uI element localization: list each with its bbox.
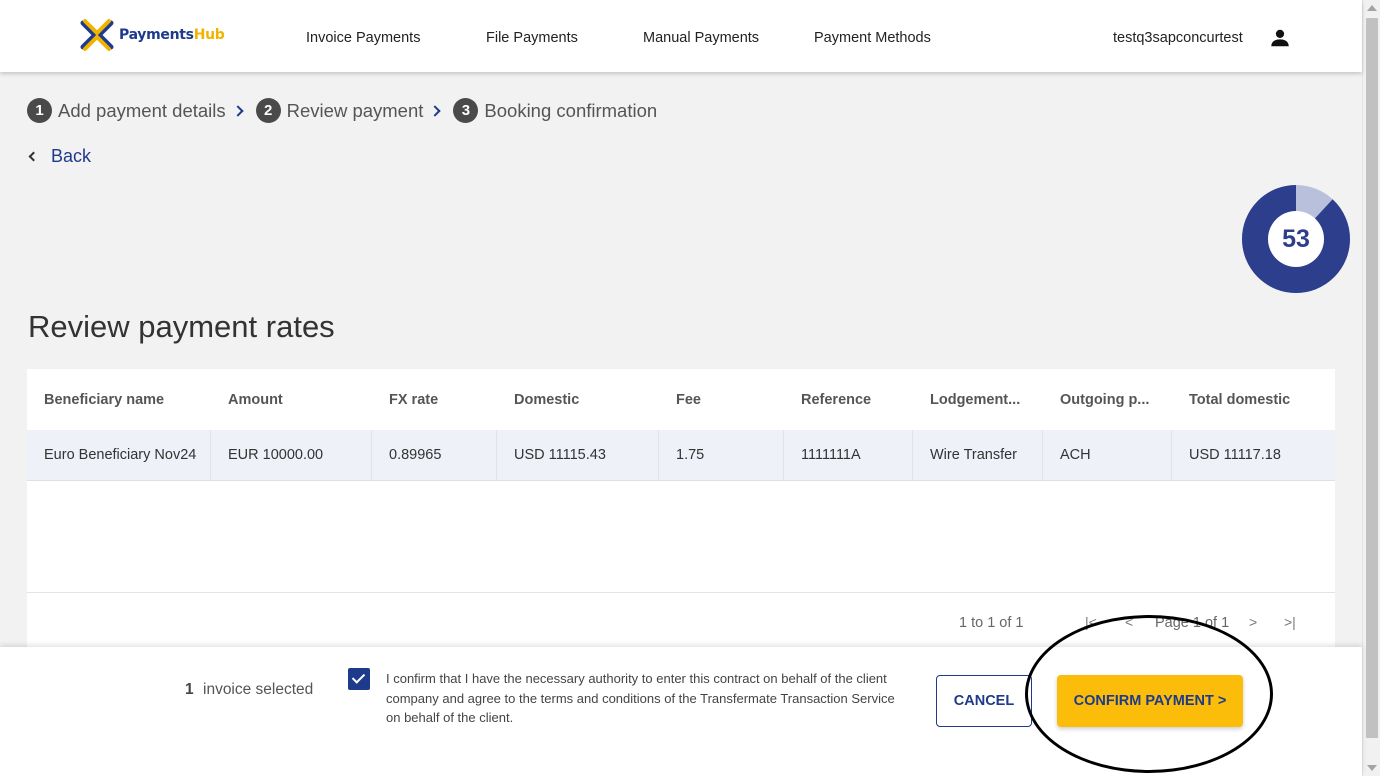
pagination-bar: 1 to 1 of 1 |< < Page 1 of 1 > >| [27,592,1335,650]
cell-amount: EUR 10000.00 [211,429,372,481]
rates-table: Beneficiary name Amount FX rate Domestic… [27,369,1335,650]
prev-page-icon[interactable]: < [1125,614,1133,630]
invoice-selected-label: invoice selected [203,681,314,698]
progress-stepper: 1 Add payment details 2 Review payment 3… [27,98,671,123]
cell-reference: 1111111A [784,429,913,481]
column-header-beneficiary-name[interactable]: Beneficiary name [27,392,211,408]
confirm-payment-button[interactable]: CONFIRM PAYMENT > [1057,675,1243,727]
logo-icon [80,19,114,51]
user-icon[interactable] [1269,27,1291,49]
column-header-fee[interactable]: Fee [659,392,784,408]
nav-payment-methods[interactable]: Payment Methods [814,30,931,46]
countdown-value: 53 [1282,224,1310,253]
next-page-icon[interactable]: > [1249,614,1257,630]
column-header-domestic[interactable]: Domestic [497,392,659,408]
username[interactable]: testq3sapconcurtest [1113,30,1243,46]
chevron-left-icon [28,151,39,162]
chevron-right-icon [429,104,442,117]
column-header-lodgement[interactable]: Lodgement... [913,392,1043,408]
step-number: 2 [255,98,281,123]
step-label: Review payment [286,99,424,121]
authority-confirm-text: I confirm that I have the necessary auth… [386,671,895,725]
chevron-right-icon [231,104,244,117]
cell-outgoing: ACH [1043,429,1172,481]
table-row[interactable]: Euro Beneficiary Nov24 EUR 10000.00 0.89… [27,429,1335,481]
scroll-up-icon[interactable] [1367,5,1377,11]
nav-invoice-payments[interactable]: Invoice Payments [306,30,420,46]
invoice-count: 1 [185,681,194,698]
first-page-icon[interactable]: |< [1085,614,1097,630]
step-booking-confirmation: 3 Booking confirmation [453,98,657,123]
cell-beneficiary-name: Euro Beneficiary Nov24 [27,429,211,481]
vertical-scrollbar[interactable] [1362,0,1380,776]
payments-hub-logo[interactable]: PaymentsHub [80,18,225,52]
page-title: Review payment rates [28,309,335,344]
top-nav-bar: PaymentsHub Invoice Payments File Paymen… [0,0,1362,72]
action-bar: 1 invoice selected I confirm that I have… [0,647,1362,776]
column-header-fx-rate[interactable]: FX rate [372,392,497,408]
scroll-down-icon[interactable] [1367,765,1377,771]
column-header-outgoing[interactable]: Outgoing p... [1043,392,1172,408]
back-link[interactable]: Back [27,146,91,167]
table-header-row: Beneficiary name Amount FX rate Domestic… [27,369,1335,430]
column-header-total-domestic[interactable]: Total domestic [1172,392,1335,408]
scroll-thumb[interactable] [1366,18,1378,738]
column-header-reference[interactable]: Reference [784,392,913,408]
step-add-payment-details: 1 Add payment details [27,98,244,123]
column-header-amount[interactable]: Amount [211,392,372,408]
cell-total-domestic: USD 11117.18 [1189,447,1281,463]
pagination-page: Page 1 of 1 [1155,615,1230,631]
step-label: Booking confirmation [484,99,658,121]
cell-domestic: USD 11115.43 [497,429,659,481]
pagination-range: 1 to 1 of 1 [959,615,1024,631]
last-page-icon[interactable]: >| [1284,614,1296,630]
cell-lodgement: Wire Transfer [913,429,1043,481]
step-review-payment: 2 Review payment [255,98,442,123]
cancel-button[interactable]: CANCEL [936,675,1032,727]
countdown-timer: 53 [1241,184,1351,294]
logo-text: PaymentsHub [119,27,225,43]
cell-fx-rate: 0.89965 [372,429,497,481]
nav-manual-payments[interactable]: Manual Payments [643,30,759,46]
cell-fee: 1.75 [659,429,784,481]
step-number: 3 [453,98,479,123]
step-number: 1 [27,98,52,123]
step-label: Add payment details [58,99,226,121]
authority-confirm-checkbox[interactable] [348,668,370,690]
nav-file-payments[interactable]: File Payments [486,30,578,46]
back-label: Back [51,146,92,166]
